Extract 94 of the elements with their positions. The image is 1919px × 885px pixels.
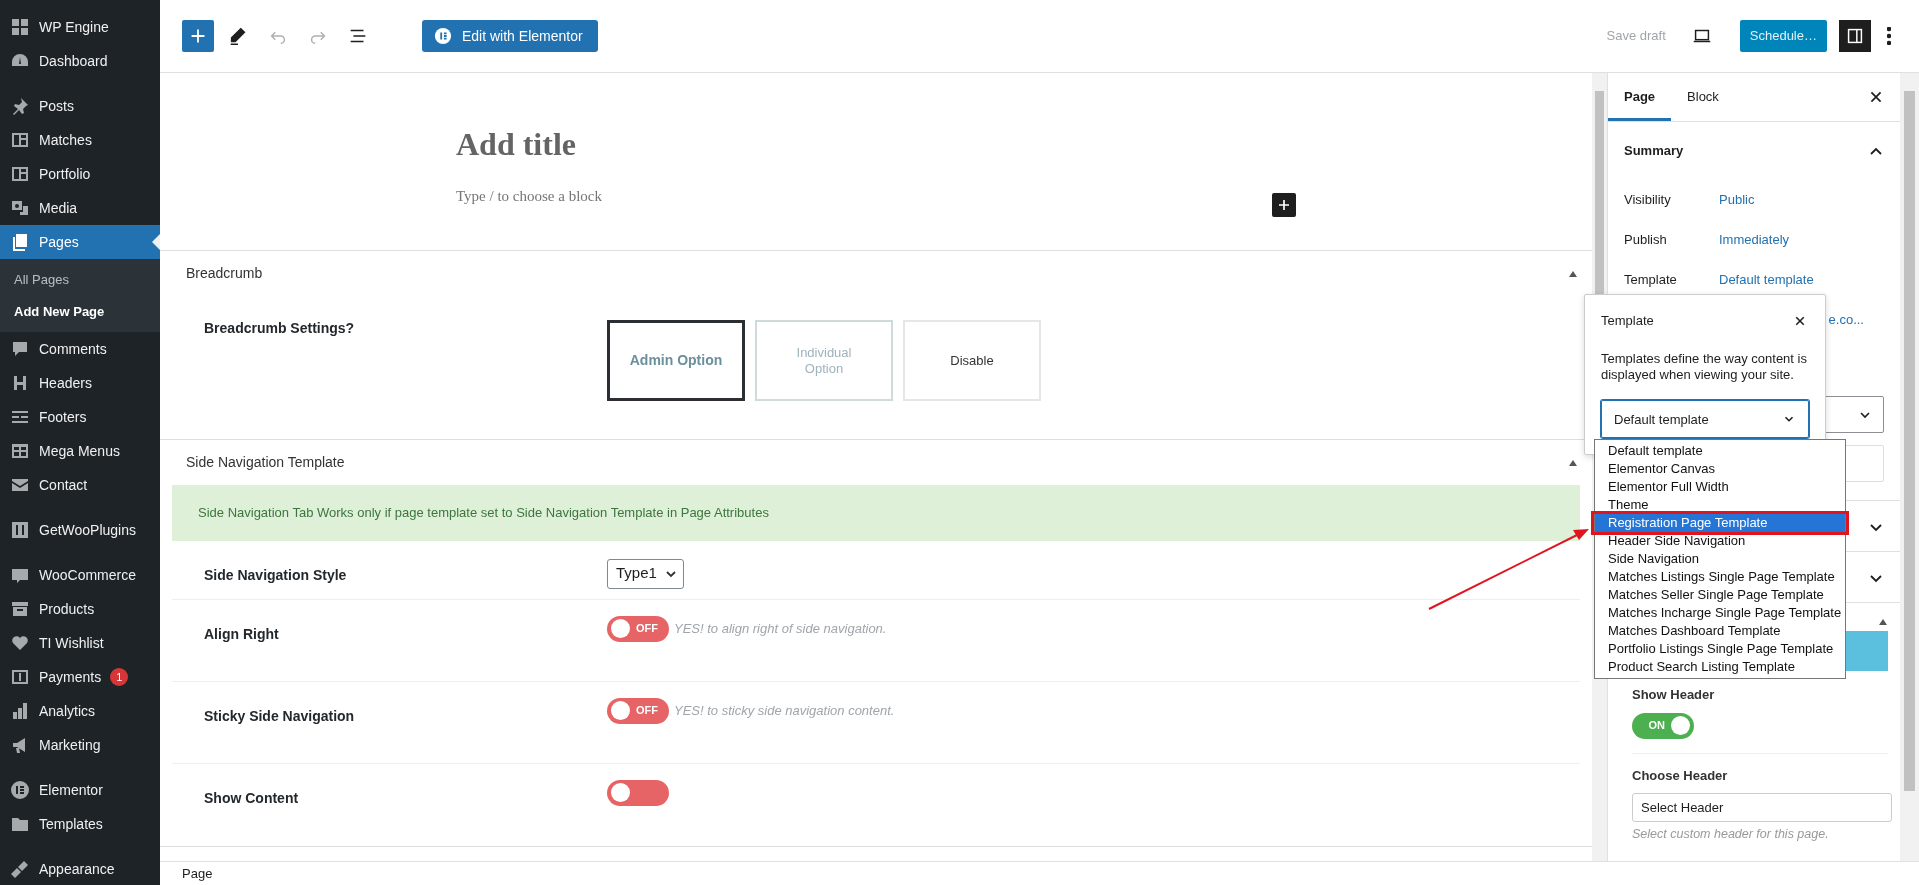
field-label: Sticky Side Navigation: [204, 706, 356, 726]
menu-item[interactable]: Marketing: [0, 728, 160, 762]
dropdown-option[interactable]: Side Navigation: [1595, 550, 1845, 569]
bar-chart-icon: [10, 701, 30, 721]
menu-item[interactable]: Pages: [0, 225, 160, 259]
section-heading: Side Navigation Template: [186, 453, 345, 472]
menu-item[interactable]: WooCommerce: [0, 558, 160, 592]
triangle-up-icon[interactable]: [1568, 458, 1578, 469]
dropdown-option[interactable]: Header Side Navigation: [1595, 532, 1845, 551]
setting-link[interactable]: Default template: [1719, 270, 1814, 290]
panel-tab[interactable]: Page: [1608, 73, 1672, 121]
dropdown-option[interactable]: Matches Dashboard Template: [1595, 622, 1845, 641]
edit-with-elementor-button[interactable]: Edit with Elementor: [422, 20, 598, 52]
menu-item[interactable]: Headers: [0, 366, 160, 400]
menu-item[interactable]: Contact: [0, 468, 160, 502]
dropdown-option[interactable]: Registration Page Template: [1595, 514, 1845, 533]
menu-item[interactable]: Elementor: [0, 773, 160, 807]
menu-item[interactable]: Mega Menus: [0, 434, 160, 468]
menu-item[interactable]: GetWooPlugins: [0, 513, 160, 547]
pages-icon: [10, 232, 30, 252]
dropdown-option[interactable]: Matches Listings Single Page Template: [1595, 568, 1845, 587]
submenu-item[interactable]: Add New Page: [0, 295, 160, 327]
hint-text: YES! to sticky side navigation content.: [674, 701, 895, 720]
vertical-dots-icon: [1887, 27, 1891, 45]
choice-option[interactable]: Disable: [903, 320, 1041, 401]
dropdown-option[interactable]: Theme: [1595, 496, 1845, 515]
menu-item[interactable]: Matches: [0, 123, 160, 157]
field-label: Align Right: [204, 624, 280, 644]
table-icon: [10, 441, 30, 461]
schedule-button[interactable]: Schedule…: [1739, 20, 1827, 52]
hint-text: YES! to align right of side navigation.: [674, 619, 887, 638]
info-notice: Side Navigation Tab Works only if page template set to Side Navigation Template in Page Attributes: [172, 485, 1580, 541]
settings-toggle-button[interactable]: [1839, 20, 1871, 52]
columns-icon: [10, 130, 30, 150]
camera-icon: [10, 198, 30, 218]
menu-item[interactable]: Templates: [0, 807, 160, 841]
sliders-icon: [10, 520, 30, 540]
style-select[interactable]: Type1: [607, 558, 684, 589]
breadcrumb-link[interactable]: Page: [182, 863, 213, 884]
menu-item[interactable]: Payments 1: [0, 660, 160, 694]
description-text: Templates define the way content is displayed when viewing your site.: [1601, 350, 1808, 385]
field-label: Choose Header: [1632, 766, 1729, 785]
add-button[interactable]: [182, 20, 214, 52]
menu-item[interactable]: Products: [0, 592, 160, 626]
submenu-item[interactable]: All Pages: [0, 264, 160, 296]
section-heading: Summary: [1624, 142, 1684, 161]
triangle-up-icon[interactable]: [1568, 269, 1578, 280]
scrollbar[interactable]: [1900, 73, 1919, 861]
dropdown-option[interactable]: Elementor Canvas: [1595, 460, 1845, 479]
banknote-icon: [10, 667, 30, 687]
url-link[interactable]: e.co...: [1828, 310, 1864, 330]
field-label: Breadcrumb Settings?: [204, 319, 356, 338]
field-label: Show Content: [204, 788, 300, 808]
menu-item[interactable]: Posts: [0, 89, 160, 123]
dropdown-option[interactable]: Portfolio Listings Single Page Template: [1595, 640, 1845, 659]
menu-item[interactable]: Appearance: [0, 852, 160, 885]
menu-item[interactable]: WP Engine: [0, 10, 160, 44]
notification-count: 1: [110, 668, 129, 686]
dropdown-option[interactable]: Product Search Listing Template: [1595, 658, 1845, 677]
archive-box-icon: [10, 599, 30, 619]
circle-lines-icon: [434, 27, 452, 45]
dropdown-option[interactable]: Default template: [1595, 442, 1845, 461]
columns-icon: [10, 164, 30, 184]
dropdown-option[interactable]: Matches Seller Single Page Template: [1595, 586, 1845, 605]
title-field[interactable]: Add title: [456, 125, 1296, 164]
help-text: Select custom header for this page.: [1632, 826, 1830, 843]
add-block-button[interactable]: [1272, 193, 1296, 217]
dropdown-option[interactable]: Elementor Full Width: [1595, 478, 1845, 497]
field-label: Side Navigation Style: [204, 565, 348, 585]
menu-item[interactable]: Footers: [0, 400, 160, 434]
circle-lines-icon: [10, 780, 30, 800]
field-label: Visibility: [1624, 191, 1672, 210]
grid-icon: [10, 17, 30, 37]
menu-item[interactable]: Analytics: [0, 694, 160, 728]
field-label: Template: [1624, 271, 1678, 290]
setting-link[interactable]: Public: [1719, 190, 1755, 210]
block-placeholder[interactable]: Type / to choose a block: [456, 185, 602, 208]
dropdown-option[interactable]: Matches Incharge Single Page Template: [1595, 604, 1845, 623]
panel-tab[interactable]: Block: [1671, 73, 1735, 121]
field-label: Publish: [1624, 231, 1668, 250]
speech-bubble-icon: [10, 339, 30, 359]
triangle-up-icon[interactable]: [1878, 617, 1888, 627]
menu-item[interactable]: Portfolio: [0, 157, 160, 191]
field-label: Show Header: [1632, 686, 1716, 704]
popover-title: Template: [1601, 312, 1654, 330]
setting-link[interactable]: Immediately: [1719, 230, 1790, 250]
menu-item[interactable]: Comments: [0, 332, 160, 366]
section-heading: Breadcrumb: [186, 264, 263, 283]
heart-icon: [10, 633, 30, 653]
menu-item[interactable]: Media: [0, 191, 160, 225]
toggle-switch[interactable]: [607, 779, 669, 806]
menu-item[interactable]: Dashboard: [0, 44, 160, 78]
menu-item[interactable]: TI Wishlist: [0, 626, 160, 660]
header-select[interactable]: Select Header: [1632, 793, 1892, 822]
